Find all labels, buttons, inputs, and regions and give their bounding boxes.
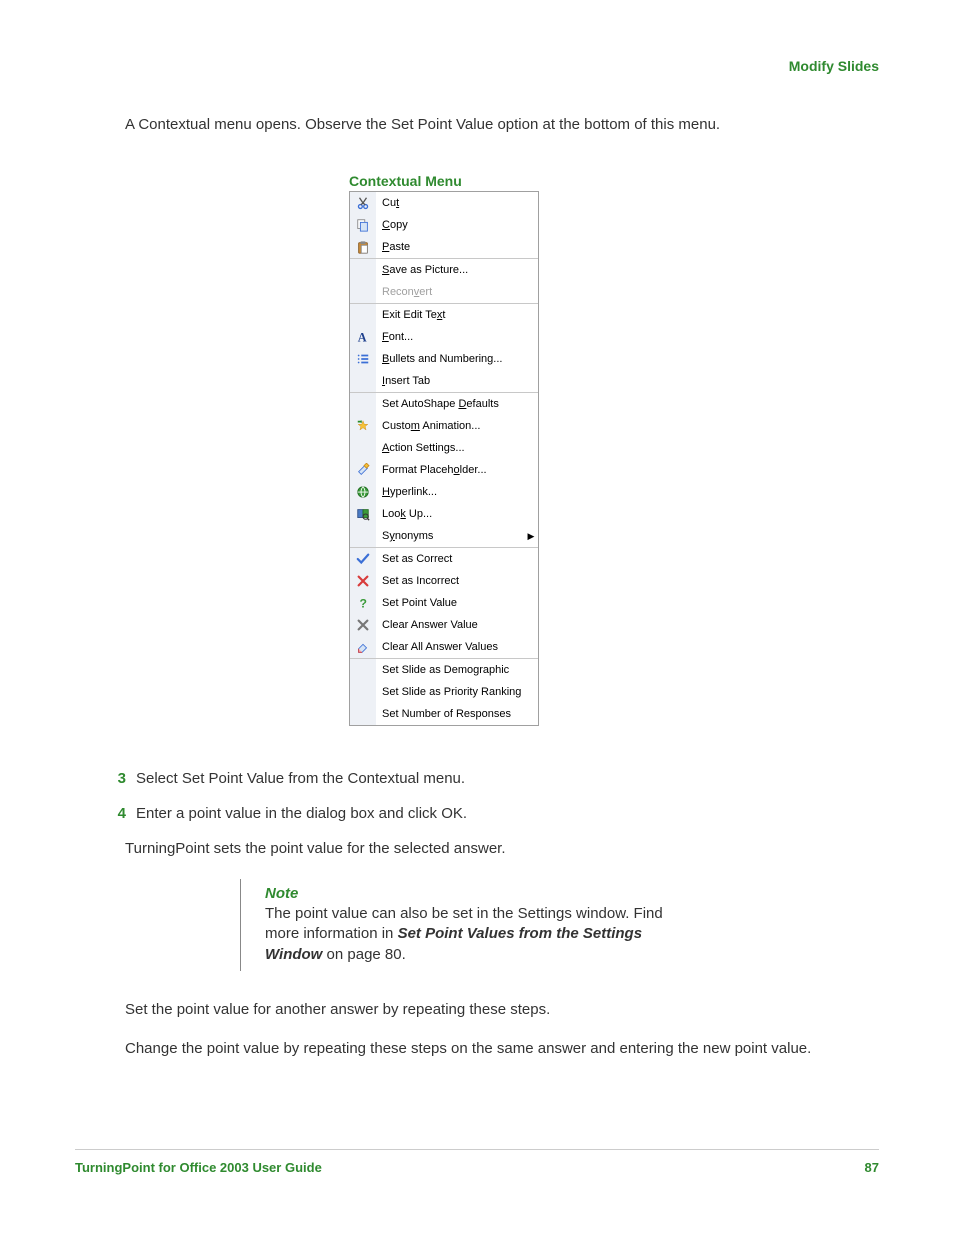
menu-item-label: Set Slide as Demographic bbox=[376, 664, 538, 676]
menu-item[interactable]: Exit Edit Text bbox=[350, 304, 538, 326]
eraser-icon bbox=[350, 636, 376, 658]
menu-item[interactable]: Custom Animation... bbox=[350, 415, 538, 437]
submenu-arrow-icon: ▶ bbox=[524, 531, 538, 542]
menu-item[interactable]: Bullets and Numbering... bbox=[350, 348, 538, 370]
menu-item-label: Set Slide as Priority Ranking bbox=[376, 686, 538, 698]
menu-icon-empty bbox=[350, 659, 376, 681]
menu-item-label: Synonyms bbox=[376, 530, 524, 542]
menu-item[interactable]: A Font... bbox=[350, 326, 538, 348]
intro-text: A Contextual menu opens. Observe the Set… bbox=[125, 116, 879, 133]
menu-item[interactable]: Action Settings... bbox=[350, 437, 538, 459]
menu-item-label: Save as Picture... bbox=[376, 264, 538, 276]
hyper-icon bbox=[350, 481, 376, 503]
note-body: The point value can also be set in the S… bbox=[265, 904, 685, 965]
fontA-icon: A bbox=[350, 326, 376, 348]
menu-icon-empty bbox=[350, 525, 376, 547]
menu-item[interactable]: Clear All Answer Values bbox=[350, 636, 538, 658]
menu-item-label: Clear All Answer Values bbox=[376, 641, 538, 653]
menu-item-label: Copy bbox=[376, 219, 538, 231]
menu-item[interactable]: Clear Answer Value bbox=[350, 614, 538, 636]
menu-item-label: Font... bbox=[376, 331, 538, 343]
step-number-4: 4 bbox=[102, 805, 126, 822]
svg-text:?: ? bbox=[360, 596, 367, 610]
menu-item[interactable]: Copy bbox=[350, 214, 538, 236]
menu-icon-empty bbox=[350, 370, 376, 392]
menu-icon-empty bbox=[350, 259, 376, 281]
menu-item[interactable]: Paste bbox=[350, 236, 538, 258]
note-block: Note The point value can also be set in … bbox=[240, 879, 685, 971]
menu-item-label: Format Placeholder... bbox=[376, 464, 538, 476]
menu-item[interactable]: Set Number of Responses bbox=[350, 703, 538, 725]
xred-icon bbox=[350, 570, 376, 592]
menu-icon-empty bbox=[350, 393, 376, 415]
cut-icon bbox=[350, 192, 376, 214]
menu-item-label: Set Number of Responses bbox=[376, 708, 538, 720]
copy-icon bbox=[350, 214, 376, 236]
step-3-text: Select Set Point Value from the Contextu… bbox=[136, 770, 465, 787]
menu-item-label: Action Settings... bbox=[376, 442, 538, 454]
menu-item[interactable]: Set Slide as Demographic bbox=[350, 659, 538, 681]
note-title: Note bbox=[265, 885, 685, 902]
menu-item: Reconvert bbox=[350, 281, 538, 303]
menu-item[interactable]: Format Placeholder... bbox=[350, 459, 538, 481]
menu-item-label: Reconvert bbox=[376, 286, 538, 298]
menu-item[interactable]: Synonyms▶ bbox=[350, 525, 538, 547]
menu-item-label: Set as Incorrect bbox=[376, 575, 538, 587]
menu-item[interactable]: Hyperlink... bbox=[350, 481, 538, 503]
menu-icon-empty bbox=[350, 681, 376, 703]
qmark-icon: ? bbox=[350, 592, 376, 614]
body-text-1: TurningPoint sets the point value for th… bbox=[125, 840, 879, 857]
body-text-3: Change the point value by repeating thes… bbox=[125, 1040, 879, 1057]
menu-item[interactable]: Set Slide as Priority Ranking bbox=[350, 681, 538, 703]
footer-doc-title: TurningPoint for Office 2003 User Guide bbox=[75, 1160, 322, 1175]
contextual-menu: Cut Copy Paste Save as Picture... Reconvert E… bbox=[349, 191, 539, 726]
page-header: Modify Slides bbox=[75, 58, 879, 74]
menu-item[interactable]: Insert Tab bbox=[350, 370, 538, 392]
footer-page-number: 87 bbox=[865, 1160, 879, 1175]
menu-item-label: Hyperlink... bbox=[376, 486, 538, 498]
menu-icon-empty bbox=[350, 281, 376, 303]
menu-item-label: Custom Animation... bbox=[376, 420, 538, 432]
menu-item-label: Clear Answer Value bbox=[376, 619, 538, 631]
menu-item-label: Set as Correct bbox=[376, 553, 538, 565]
menu-item-label: Insert Tab bbox=[376, 375, 538, 387]
menu-item-label: Exit Edit Text bbox=[376, 309, 538, 321]
step-number-3: 3 bbox=[102, 770, 126, 787]
menu-icon-empty bbox=[350, 437, 376, 459]
menu-item-label: Cut bbox=[376, 197, 538, 209]
step-4-text: Enter a point value in the dialog box an… bbox=[136, 805, 467, 822]
menu-icon-empty bbox=[350, 304, 376, 326]
menu-item[interactable]: ? Set Point Value bbox=[350, 592, 538, 614]
paste-icon bbox=[350, 236, 376, 258]
menu-item-label: Paste bbox=[376, 241, 538, 253]
menu-item-label: Look Up... bbox=[376, 508, 538, 520]
anim-icon bbox=[350, 415, 376, 437]
menu-item-label: Set AutoShape Defaults bbox=[376, 398, 538, 410]
menu-item[interactable]: Look Up... bbox=[350, 503, 538, 525]
menu-item[interactable]: Save as Picture... bbox=[350, 259, 538, 281]
page-footer: TurningPoint for Office 2003 User Guide … bbox=[75, 1149, 879, 1175]
body-text-2: Set the point value for another answer b… bbox=[125, 1001, 879, 1018]
xgray-icon bbox=[350, 614, 376, 636]
check-icon bbox=[350, 548, 376, 570]
bullets-icon bbox=[350, 348, 376, 370]
lookup-icon bbox=[350, 503, 376, 525]
format-icon bbox=[350, 459, 376, 481]
menu-item-label: Bullets and Numbering... bbox=[376, 353, 538, 365]
menu-item[interactable]: Set AutoShape Defaults bbox=[350, 393, 538, 415]
menu-icon-empty bbox=[350, 703, 376, 725]
menu-title: Contextual Menu bbox=[349, 173, 539, 189]
menu-item[interactable]: Set as Incorrect bbox=[350, 570, 538, 592]
svg-text:A: A bbox=[358, 330, 367, 344]
menu-item[interactable]: Set as Correct bbox=[350, 548, 538, 570]
menu-item[interactable]: Cut bbox=[350, 192, 538, 214]
menu-item-label: Set Point Value bbox=[376, 597, 538, 609]
